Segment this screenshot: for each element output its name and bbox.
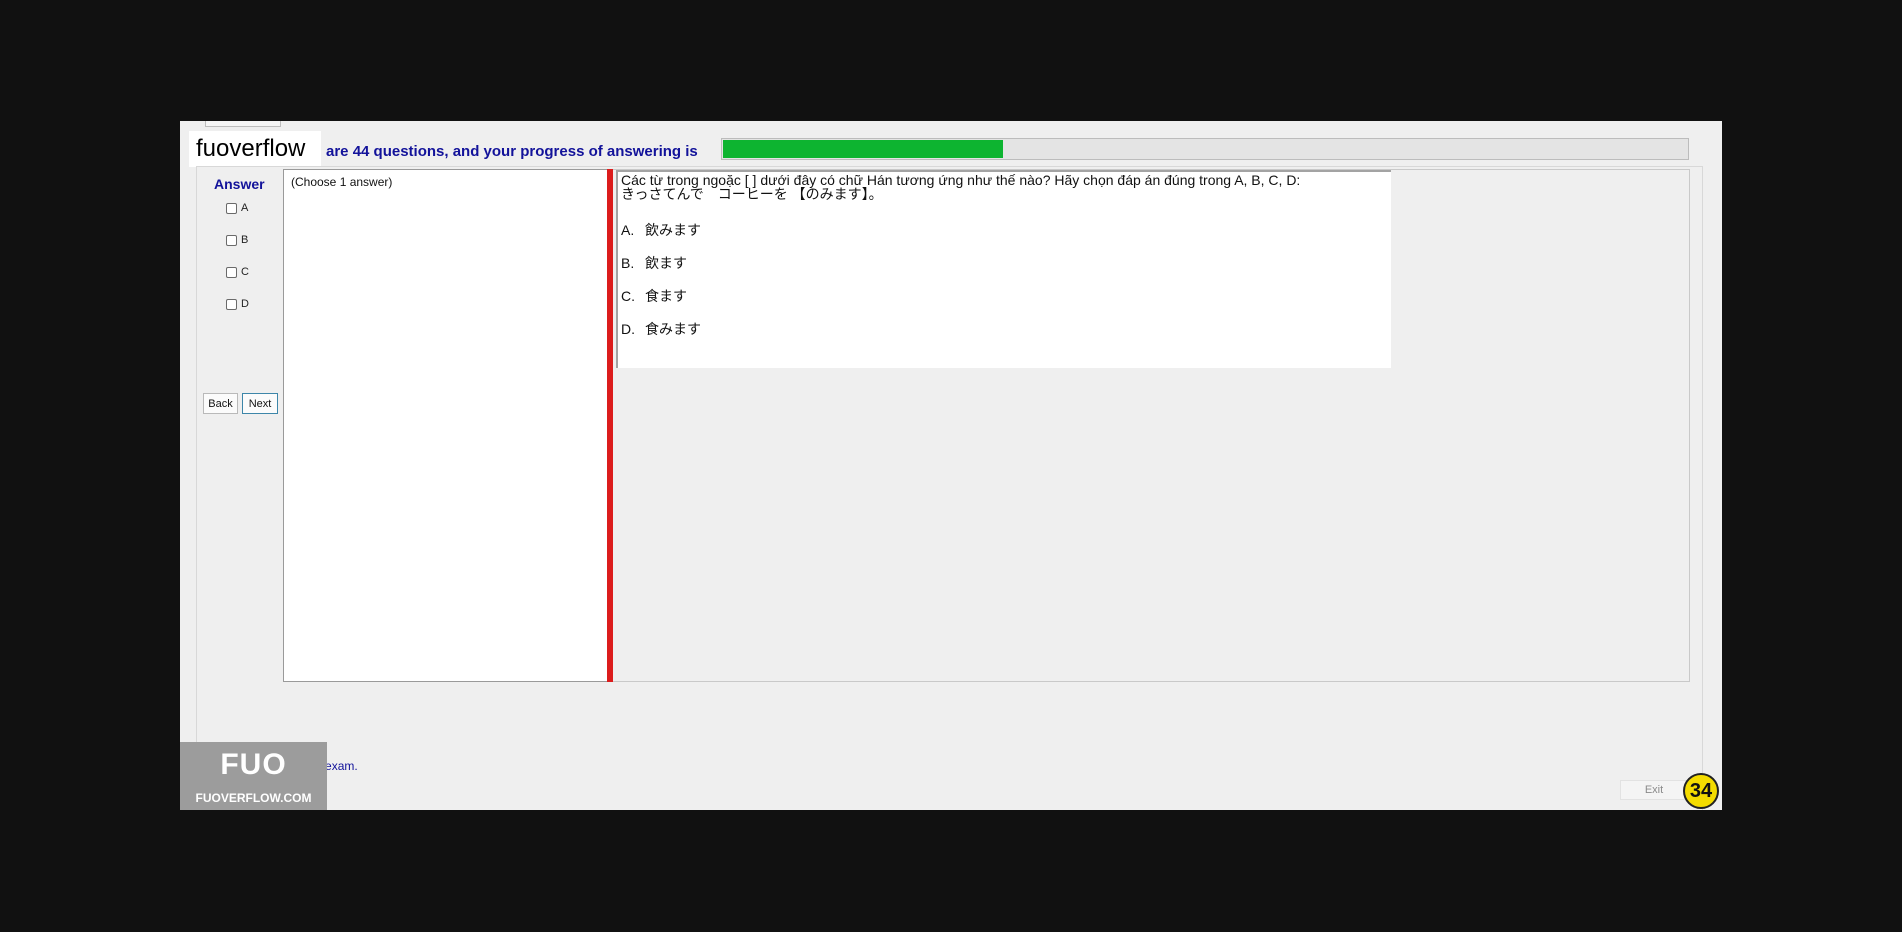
choice-a: A. 飲みます (621, 220, 701, 240)
logo-site-text: FUOVERFLOW.COM (195, 791, 312, 805)
choice-text: 食ます (645, 288, 687, 304)
choice-text: 飲ます (645, 255, 687, 271)
checkbox-b[interactable] (226, 234, 237, 246)
choice-c: C. 食ます (621, 286, 687, 306)
choice-b: B. 飲ます (621, 253, 687, 273)
tab-stub (205, 121, 281, 127)
question-box: Các từ trong ngoặc [ ] dưới đây có chữ H… (616, 170, 1391, 368)
answer-option-label: C (241, 266, 249, 278)
back-button[interactable]: Back (203, 393, 238, 414)
progress-bar-fill (723, 140, 1004, 158)
choice-d: D. 食みます (621, 319, 701, 339)
answer-title: Answer (214, 176, 265, 192)
exit-button[interactable]: Exit (1620, 780, 1688, 800)
answer-option-label: D (241, 298, 249, 310)
question-sentence: きっさてんで コーヒーを 【のみます】。 (621, 186, 883, 202)
choice-text: 飲みます (645, 222, 701, 238)
page-number-badge: 34 (1683, 773, 1719, 809)
watermark-logo: FUO FUOVERFLOW.COM (180, 742, 327, 810)
question-prompt: Các từ trong ngoặc [ ] dưới đây có chữ H… (621, 172, 1301, 188)
checkbox-a[interactable] (226, 202, 237, 214)
exam-window: fuoverflow are 44 questions, and your pr… (180, 121, 1722, 810)
checkbox-c[interactable] (226, 266, 237, 278)
progress-bar (721, 138, 1689, 160)
answer-option-a[interactable]: A (226, 202, 248, 214)
choose-label: (Choose 1 answer) (291, 175, 393, 189)
choice-letter: A. (621, 222, 635, 238)
choice-letter: C. (621, 288, 635, 304)
question-text: Các từ trong ngoặc [ ] dưới đây có chữ H… (621, 173, 1300, 201)
answer-option-label: B (241, 234, 249, 246)
progress-description: are 44 questions, and your progress of a… (326, 143, 698, 160)
choice-letter: D. (621, 321, 635, 337)
choice-text: 食みます (645, 321, 701, 337)
answer-option-b[interactable]: B (226, 234, 248, 246)
brand-label: fuoverflow (189, 131, 321, 167)
answer-option-label: A (241, 202, 249, 214)
answer-option-d[interactable]: D (226, 298, 249, 310)
choose-panel: (Choose 1 answer) (283, 169, 607, 682)
choice-letter: B. (621, 255, 635, 271)
logo-mark: FUO (220, 748, 287, 781)
checkbox-d[interactable] (226, 298, 237, 310)
next-button[interactable]: Next (242, 393, 278, 414)
answer-option-c[interactable]: C (226, 266, 249, 278)
